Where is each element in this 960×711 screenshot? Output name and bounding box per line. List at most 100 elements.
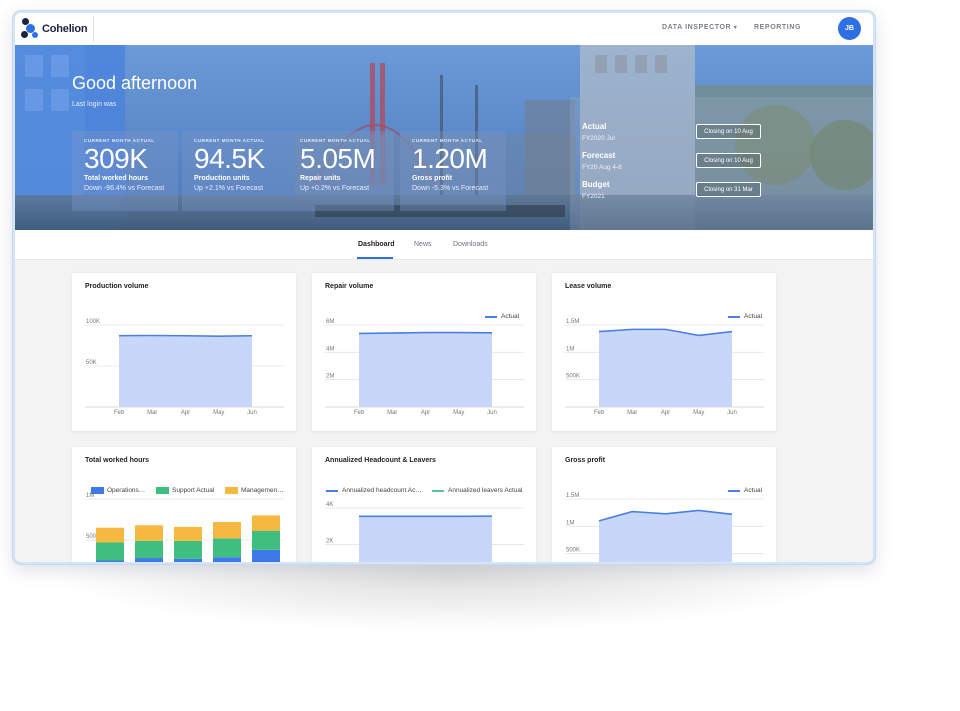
area-fill [599,510,732,562]
bar-segment-managemen- [174,526,202,541]
bar-segment-support-actual [252,530,280,550]
chart-headcount-leavers: 4K 2K [325,502,524,562]
kpi-card-repair-units[interactable]: CURRENT MONTH ACTUAL 5.05M Repair units … [288,131,394,211]
y-tick-label: 2M [326,374,334,380]
bar-segment-support-actual [135,540,163,559]
plan-period-actual: FY2020 Jul [582,135,615,142]
x-tick-label: Jun [487,410,497,416]
x-tick-label: Mar [387,410,397,416]
area-fill [599,329,732,407]
x-tick-label: Apr [661,410,670,416]
hero-banner: Good afternoon Last login was CURRENT MO… [15,45,873,230]
bar-segment-managemen- [252,515,280,531]
planning-periods-panel: Actual FY2020 Jul Closing on 10 Aug Fore… [570,97,873,230]
tab-dashboard[interactable]: Dashboard [358,241,395,248]
plan-period-budget: FY2021 [582,193,605,200]
kpi-name: Production units [194,175,250,182]
area-fill [359,332,492,407]
cohelion-logo-icon [21,18,39,40]
x-tick-label: May [213,410,224,416]
chart-total-worked-hours: 1M500K [85,493,284,562]
top-navigation: Cohelion DATA INSPECTOR ▾ REPORTING JB [15,13,873,45]
closing-date-button-forecast[interactable]: Closing on 10 Aug [696,153,761,168]
y-tick-label: 1M [86,493,94,499]
kpi-value: 1.20M [412,143,488,174]
area-fill [359,516,492,562]
y-tick-label: 1M [566,520,574,526]
y-tick-label: 500K [566,548,580,554]
kpi-card-gross-profit[interactable]: CURRENT MONTH ACTUAL 1.20M Gross profit … [400,131,506,211]
chart-card-production-volume: Production volume 100K 50K Feb Mar Apr May Jun [72,273,296,431]
kpi-name: Total worked hours [84,175,149,182]
y-tick-label: 50K [86,360,97,366]
kpi-card-production-units[interactable]: CURRENT MONTH ACTUAL 94.5K Production un… [182,131,288,211]
kpi-name: Repair units [300,175,341,182]
kpi-delta: Down -96.4% vs Forecast [84,185,165,192]
x-tick-label: Jun [727,410,737,416]
bar-segment-operations- [135,558,163,562]
x-tick-label: Apr [421,410,430,416]
series-line [118,334,253,337]
plan-label-actual: Actual [582,122,607,131]
x-tick-label: May [693,410,704,416]
kpi-delta: Up +2.1% vs Forecast [194,185,264,192]
chevron-down-icon: ▾ [733,25,738,31]
plan-label-budget: Budget [582,180,610,189]
area-fill [119,335,252,407]
x-tick-label: Feb [354,410,365,416]
y-tick-label: 1.5M [566,493,579,499]
chart-card-gross-profit: Gross profit Actual 1.5M 1M 500K [552,447,776,562]
chart-production-volume: 100K 50K Feb Mar Apr May Jun [85,319,284,416]
nav-data-inspector[interactable]: DATA INSPECTOR ▾ [662,24,737,31]
section-tabs: Dashboard News Downloads [15,230,873,260]
kpi-delta: Up +0.2% vs Forecast [300,185,370,192]
plan-period-forecast: FY20 Aug 4-8 [582,164,622,171]
greeting-heading: Good afternoon [72,73,198,93]
closing-date-button-actual[interactable]: Closing on 10 Aug [696,124,761,139]
brand-logo[interactable]: Cohelion [21,16,95,42]
y-tick-label: 4M [326,346,334,352]
x-tick-label: Feb [114,410,125,416]
bar-segment-support-actual [96,542,124,561]
last-login-text: Last login was [72,101,117,108]
chart-card-headcount-leavers: Annualized Headcount & Leavers Annualize… [312,447,536,562]
bar-segment-operations- [174,558,202,562]
kpi-name: Gross profit [412,175,453,182]
kpi-delta: Down -5.3% vs Forecast [412,185,489,192]
kpi-card-worked-hours[interactable]: CURRENT MONTH ACTUAL 309K Total worked h… [72,131,178,211]
kpi-value: 309K [84,143,148,174]
y-tick-label: 6M [326,319,334,325]
x-tick-label: May [453,410,464,416]
y-tick-label: 4K [326,502,333,508]
x-tick-label: Apr [181,410,190,416]
nav-data-inspector-label: DATA INSPECTOR [662,24,732,31]
y-tick-label: 100K [86,319,100,325]
y-tick-label: 2K [326,539,333,545]
chart-repair-volume: 6M 4M 2M Feb Mar Apr May Jun [325,319,524,416]
app-window: Cohelion DATA INSPECTOR ▾ REPORTING JB G… [13,11,875,564]
tab-news[interactable]: News [414,241,432,248]
brand-name: Cohelion [42,23,88,35]
y-tick-label: 500K [566,374,580,380]
nav-reporting[interactable]: REPORTING [754,24,801,31]
plan-label-forecast: Forecast [582,151,616,160]
bar-segment-managemen- [135,525,163,541]
y-tick-label: 1.5M [566,319,579,325]
chart-card-lease-volume: Lease volume Actual 1.5M 1M 500K Feb Mar Apr M… [552,273,776,431]
y-tick-label: 1M [566,346,574,352]
chart-card-total-worked-hours: Total worked hours Operations… Support A… [72,447,296,562]
tab-downloads[interactable]: Downloads [453,241,488,248]
closing-date-button-budget[interactable]: Closing on 31 Mar [696,182,761,197]
bar-segment-managemen- [96,527,124,543]
bar-segment-operations- [96,560,124,562]
active-tab-indicator [357,257,393,259]
bar-segment-operations- [252,549,280,562]
bar-segment-operations- [213,557,241,562]
x-tick-label: Jun [247,410,257,416]
chart-lease-volume: 1.5M 1M 500K Feb Mar Apr May Jun [565,319,764,416]
bar-segment-support-actual [174,540,202,559]
x-tick-label: Mar [147,410,157,416]
bar-segment-managemen- [213,521,241,539]
user-avatar[interactable]: JB [838,17,861,40]
kpi-value: 5.05M [300,143,376,174]
